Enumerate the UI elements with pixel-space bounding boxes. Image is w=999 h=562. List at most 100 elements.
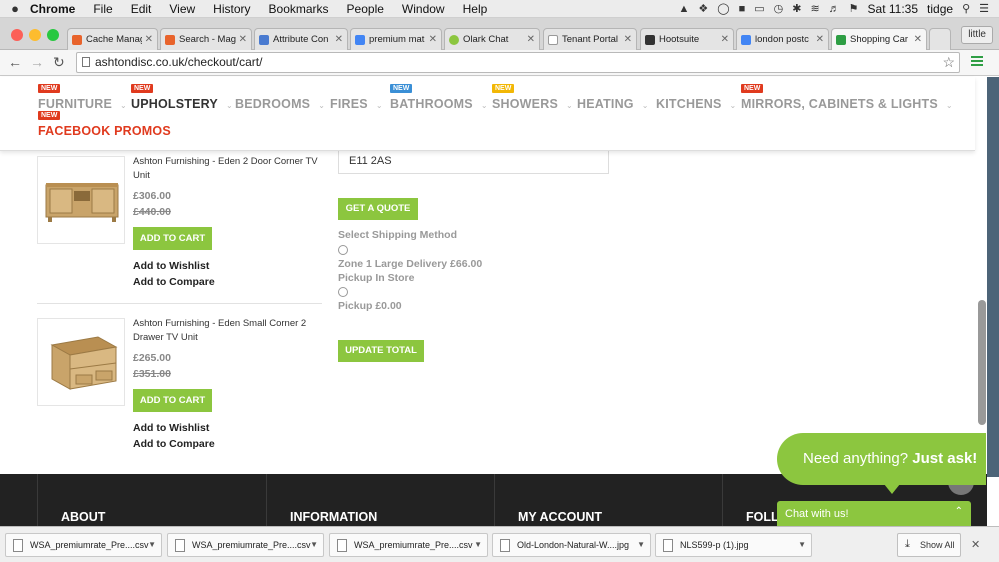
add-to-cart-button[interactable]: ADD TO CART [133,389,212,412]
nav-facebook-promos[interactable]: FACEBOOK PROMOS [38,124,171,138]
time-machine-icon[interactable]: ◷ [774,2,784,15]
profile-button[interactable]: little [961,26,993,44]
product-name[interactable]: Ashton Furnishing - Eden 2 Door Corner T… [133,155,323,183]
tab-olark-chat[interactable]: Olark Chat ✕ [444,28,540,50]
airplay-icon[interactable]: ▭ [754,2,764,15]
bookmark-star-icon[interactable]: ☆ [942,54,955,71]
reload-icon[interactable]: ↻ [53,54,65,71]
file-icon [500,539,510,552]
menu-help[interactable]: Help [463,2,488,16]
tab-title: premium mat [369,34,425,45]
nav-fires[interactable]: FIRES ⌄ [330,97,383,111]
vpn-icon[interactable]: ■ [739,3,746,15]
add-to-compare-link[interactable]: Add to Compare [133,438,215,450]
minimize-window-button[interactable] [29,29,41,41]
chevron-down-icon: ⌄ [375,101,383,110]
close-tab-icon[interactable]: ✕ [145,34,153,45]
chat-launcher-bar[interactable]: Chat with us! ⌃ [777,501,971,526]
product-name[interactable]: Ashton Furnishing - Eden Small Corner 2 … [133,317,323,345]
tab-tenant-portal[interactable]: Tenant Portal ✕ [543,28,637,50]
add-to-wishlist-link[interactable]: Add to Wishlist [133,422,209,434]
menu-people[interactable]: People [347,2,384,16]
tab-title: Tenant Portal [562,34,618,45]
close-window-button[interactable] [11,29,23,41]
page-info-icon[interactable] [82,57,90,67]
tab-search-magento[interactable]: Search - Mag ✕ [160,28,252,50]
dropbox-icon[interactable]: ❖ [698,2,708,15]
tab-premium-mat[interactable]: premium mat ✕ [350,28,442,50]
product-image[interactable] [37,318,125,406]
chevron-down-icon[interactable]: ▼ [637,540,645,549]
download-item[interactable]: WSA_premiumrate_Pre....csv ▼ [329,533,488,557]
creative-cloud-icon[interactable]: ◯ [717,2,729,15]
nav-kitchens[interactable]: KITCHENS ⌄ [656,97,736,111]
address-bar[interactable]: ashtondisc.co.uk/checkout/cart/ [76,52,960,73]
nav-bedrooms[interactable]: BEDROOMS ⌄ [235,97,325,111]
chevron-down-icon: ⌄ [566,101,573,110]
menu-edit[interactable]: Edit [131,2,152,16]
menu-window[interactable]: Window [402,2,445,16]
nav-furniture[interactable]: FURNITURE ⌄ [38,97,127,111]
add-to-cart-button[interactable]: ADD TO CART [133,227,212,250]
show-all-downloads-button[interactable]: ⤓ Show All [897,533,961,557]
forward-arrow-icon[interactable]: → [30,54,44,70]
close-tab-icon[interactable]: ✕ [335,34,343,45]
tab-london-postcode[interactable]: london postc ✕ [736,28,829,50]
close-download-shelf-icon[interactable]: ✕ [971,538,980,551]
download-item[interactable]: WSA_premiumrate_Pre....csv ▼ [167,533,324,557]
wifi-icon[interactable]: ≋ [810,2,819,15]
nav-showers[interactable]: SHOWERS ⌄ [492,97,573,111]
bluetooth-icon[interactable]: ✱ [792,2,801,15]
update-total-button[interactable]: UPDATE TOTAL [338,340,424,362]
notification-center-icon[interactable]: ☰ [979,2,989,15]
spotlight-search-icon[interactable]: ⚲ [962,2,970,15]
close-tab-icon[interactable]: ✕ [914,34,922,45]
close-tab-icon[interactable]: ✕ [527,34,535,45]
page-scrollbar[interactable] [978,300,986,425]
download-item[interactable]: NLS599-p (1).jpg ▼ [655,533,812,557]
menubar-user[interactable]: tidge [927,2,953,16]
product-image[interactable] [37,156,125,244]
download-status-icon[interactable]: ▲ [678,3,689,15]
menu-view[interactable]: View [169,2,195,16]
menu-app-name[interactable]: Chrome [30,2,75,16]
download-item[interactable]: WSA_premiumrate_Pre....csv ▼ [5,533,162,557]
volume-icon[interactable]: ♬ [829,3,840,15]
tab-attribute-config[interactable]: Attribute Con ✕ [254,28,348,50]
menu-bookmarks[interactable]: Bookmarks [269,2,329,16]
chevron-down-icon[interactable]: ▼ [310,540,318,549]
chevron-down-icon[interactable]: ▼ [474,540,482,549]
menu-history[interactable]: History [213,2,250,16]
add-to-compare-link[interactable]: Add to Compare [133,276,215,288]
menu-file[interactable]: File [93,2,112,16]
back-arrow-icon[interactable]: ← [8,54,22,70]
tab-shopping-cart[interactable]: Shopping Car ✕ [831,28,927,50]
close-tab-icon[interactable]: ✕ [239,34,247,45]
menubar-clock[interactable]: Sat 11:35 [868,2,918,16]
shipping-radio-zone1[interactable] [338,245,348,255]
chat-prompt-bubble[interactable]: Need anything? Just ask! [777,433,986,485]
apple-menu-icon[interactable]: ● [0,1,30,16]
nav-heating[interactable]: HEATING ⌄ [577,97,649,111]
nav-mirrors-cabinets-lights[interactable]: MIRRORS, CABINETS & LIGHTS ⌄ [741,97,953,111]
chrome-menu-icon[interactable] [971,56,983,68]
nav-bathrooms[interactable]: BATHROOMS ⌄ [390,97,488,111]
shipping-radio-pickup[interactable] [338,287,348,297]
download-item[interactable]: Old-London-Natural-W....jpg ▼ [492,533,651,557]
close-tab-icon[interactable]: ✕ [624,34,632,45]
add-to-wishlist-link[interactable]: Add to Wishlist [133,260,209,272]
uk-flag-icon[interactable]: ⚑ [849,2,859,15]
chevron-down-icon[interactable]: ▼ [798,540,806,549]
tab-hootsuite[interactable]: Hootsuite ✕ [640,28,734,50]
close-tab-icon[interactable]: ✕ [816,34,824,45]
new-tab-button[interactable] [929,28,951,50]
nav-upholstery[interactable]: UPHOLSTERY ⌄ [131,97,233,111]
chevron-down-icon: ⌄ [945,101,953,110]
chevron-down-icon[interactable]: ▼ [148,540,156,549]
close-tab-icon[interactable]: ✕ [721,34,729,45]
close-tab-icon[interactable]: ✕ [429,34,437,45]
get-a-quote-button[interactable]: GET A QUOTE [338,198,418,220]
tab-cache-management[interactable]: Cache Manag ✕ [67,28,158,50]
zoom-window-button[interactable] [47,29,59,41]
browser-tab-strip: Cache Manag ✕ Search - Mag ✕ Attribute C… [0,18,999,50]
